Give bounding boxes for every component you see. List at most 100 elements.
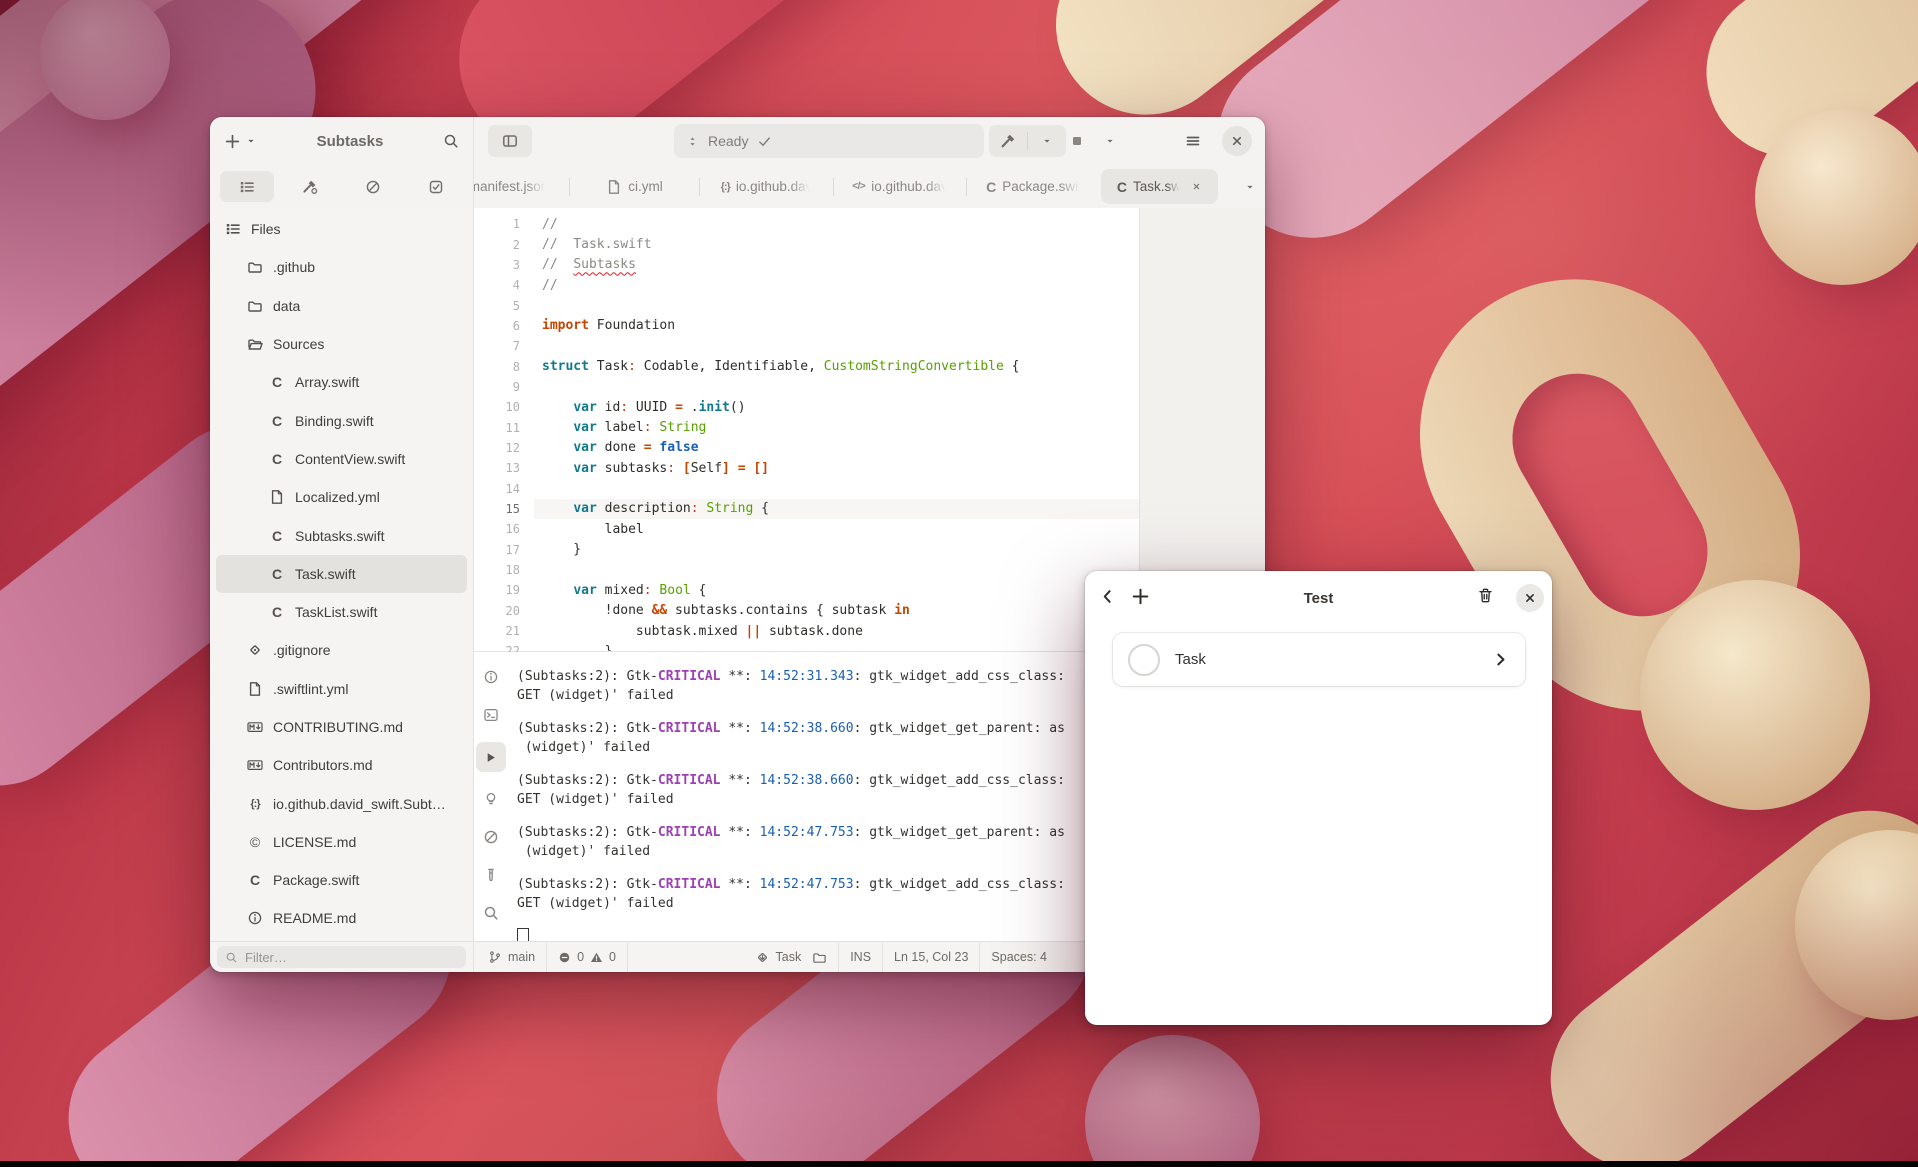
tree-item-label: LICENSE.md [273, 834, 356, 850]
task-row[interactable]: Task [1113, 633, 1525, 686]
tab-task-sw[interactable]: CTask.sw [1101, 169, 1218, 204]
omnibar[interactable]: Ready [674, 124, 984, 158]
tab-io-github-dav[interactable]: {:}io.github.dav [700, 165, 833, 208]
tree-item--github[interactable]: .github [216, 248, 467, 286]
code-line-1[interactable]: // [534, 214, 1139, 234]
code-line-8[interactable]: struct Task: Codable, Identifiable, Cust… [534, 356, 1139, 376]
run-target-indicator[interactable]: Task [755, 950, 802, 965]
delete-button[interactable] [1477, 587, 1494, 604]
tree-item-binding-swift[interactable]: CBinding.swift [216, 401, 467, 439]
tree-item-localized-yml[interactable]: Localized.yml [216, 478, 467, 516]
panel-rail-vial[interactable] [480, 864, 502, 886]
tree-item-label: Subtasks.swift [295, 528, 384, 544]
tab-io-github-dav[interactable]: </>io.github.dav [834, 165, 966, 208]
code-line-7[interactable] [534, 336, 1139, 356]
tab-manifest-json[interactable]: manifest.json [474, 165, 569, 208]
line-number: 7 [474, 339, 520, 353]
code-line-3[interactable]: // Subtasks [534, 255, 1139, 275]
open-pages-dropdown[interactable] [1244, 180, 1256, 198]
tree-item-task-swift[interactable]: CTask.swift [216, 555, 467, 593]
tree-item-tasklist-swift[interactable]: CTaskList.swift [216, 593, 467, 631]
builder-secondbar: manifest.jsonci.yml{:}io.github.dav</>io… [210, 165, 1265, 208]
code-line-2[interactable]: // Task.swift [534, 234, 1139, 254]
panel-rail-lightbulb[interactable] [480, 788, 502, 810]
tree-item-subtasks-swift[interactable]: CSubtasks.swift [216, 516, 467, 554]
window-close-button[interactable] [1222, 126, 1252, 156]
code-line-19[interactable]: var mixed: Bool { [534, 580, 1139, 600]
tree-item-io-github-david-swift-subt-[interactable]: {:}io.github.david_swift.Subt… [216, 784, 467, 822]
tab-close-button[interactable] [1191, 181, 1202, 192]
tree-item-license-md[interactable]: ©LICENSE.md [216, 823, 467, 861]
tree-item-data[interactable]: data [216, 287, 467, 325]
error-circle-icon [558, 951, 571, 964]
code-line-21[interactable]: subtask.mixed || subtask.done [534, 621, 1139, 641]
code-line-14[interactable] [534, 478, 1139, 498]
search-button[interactable] [443, 133, 459, 149]
code-line-22[interactable]: } [534, 641, 1139, 651]
panel-rail-terminal[interactable] [480, 704, 502, 726]
tree-item-contributing-md[interactable]: CONTRIBUTING.md [216, 708, 467, 746]
code-line-11[interactable]: var label: String [534, 417, 1139, 437]
code-line-16[interactable]: label [534, 519, 1139, 539]
tab-label: Package.swif [1002, 179, 1082, 194]
tab-package-swif[interactable]: CPackage.swif [967, 165, 1101, 208]
git-branch-icon [488, 950, 502, 964]
tree-item-contentview-swift[interactable]: CContentView.swift [216, 440, 467, 478]
run-options-dropdown[interactable] [1096, 125, 1124, 157]
tree-item--swiftlint-yml[interactable]: .swiftlint.yml [216, 670, 467, 708]
sidebar-tool-unit-tests-checkbox[interactable] [409, 171, 463, 202]
search-icon [225, 951, 238, 964]
git-branch-indicator[interactable]: main [488, 950, 535, 964]
new-file-button[interactable] [224, 133, 241, 150]
code-line-20[interactable]: !done && subtasks.contains { subtask in [534, 601, 1139, 621]
tree-item-sources[interactable]: Sources [216, 325, 467, 363]
panel-rail-forbidden-circle[interactable] [480, 826, 502, 848]
new-file-dropdown[interactable] [245, 135, 257, 147]
code-line-18[interactable] [534, 560, 1139, 580]
tree-item-label: .github [273, 259, 315, 275]
tree-item-array-swift[interactable]: CArray.swift [216, 363, 467, 401]
task-checkbox[interactable] [1128, 644, 1160, 676]
test-close-button[interactable] [1516, 584, 1544, 612]
code-line-17[interactable]: } [534, 540, 1139, 560]
line-number: 15 [474, 502, 520, 516]
cursor-position-indicator[interactable]: Ln 15, Col 23 [894, 950, 968, 964]
sidebar-tool-project-tree[interactable] [220, 171, 274, 202]
wallpaper-pill-end [1085, 1035, 1260, 1167]
folder-indicator[interactable] [812, 950, 827, 965]
line-number: 12 [474, 441, 520, 455]
sidebar-tool-build-hammer[interactable] [283, 171, 337, 202]
json-icon: {:} [721, 181, 730, 193]
tree-item-contributors-md[interactable]: Contributors.md [216, 746, 467, 784]
code-line-12[interactable]: var done = false [534, 438, 1139, 458]
main-menu-button[interactable] [1176, 125, 1210, 157]
source-view[interactable]: //// Task.swift// Subtasks//import Found… [534, 208, 1139, 651]
code-line-9[interactable] [534, 377, 1139, 397]
sidebar-tool-forbidden-circle[interactable] [346, 171, 400, 202]
diagnostics-indicator[interactable]: 0 0 [558, 950, 616, 964]
tree-item--gitignore[interactable]: .gitignore [216, 631, 467, 669]
toggle-sidebar-button[interactable] [488, 125, 532, 157]
panel-rail-info-circle[interactable] [480, 666, 502, 688]
code-line-4[interactable]: // [534, 275, 1139, 295]
build-button[interactable] [989, 133, 1027, 149]
tree-filter-input[interactable]: Filter… [217, 946, 466, 968]
tree-item-package-swift[interactable]: CPackage.swift [216, 861, 467, 899]
stop-button[interactable] [1062, 125, 1092, 157]
insert-mode-indicator[interactable]: INS [850, 950, 871, 964]
tab-ci-yml[interactable]: ci.yml [570, 165, 699, 208]
tree-item-files[interactable]: Files [216, 210, 467, 248]
code-line-5[interactable] [534, 295, 1139, 315]
code-line-10[interactable]: var id: UUID = .init() [534, 397, 1139, 417]
code-line-6[interactable]: import Foundation [534, 316, 1139, 336]
tree-item-readme-md[interactable]: README.md [216, 899, 467, 937]
indentation-indicator[interactable]: Spaces: 4 [991, 950, 1047, 964]
code-line-15[interactable]: var description: String { [534, 499, 1139, 519]
listview-icon [225, 221, 241, 237]
build-options-dropdown[interactable] [1028, 135, 1066, 147]
task-label: Task [1175, 651, 1492, 668]
terminal-icon [483, 707, 499, 723]
code-line-13[interactable]: var subtasks: [Self] = [] [534, 458, 1139, 478]
panel-rail-search[interactable] [480, 902, 502, 924]
panel-rail-play[interactable] [476, 742, 506, 772]
